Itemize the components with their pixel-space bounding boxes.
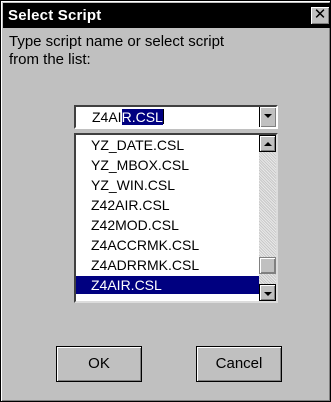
dialog-title: Select Script xyxy=(8,7,102,24)
list-item[interactable]: Z4ADRRMK.CSL xyxy=(76,256,259,274)
instruction-text: Type script name or select script from t… xyxy=(9,33,329,69)
ok-button[interactable]: OK xyxy=(56,346,142,382)
scroll-thumb[interactable] xyxy=(259,257,276,274)
selected-text: R.CSL xyxy=(121,109,163,125)
select-script-dialog: Select Script ✕ Type script name or sele… xyxy=(0,0,331,402)
chevron-down-icon xyxy=(264,114,272,118)
instruction-line-2: from the list: xyxy=(9,51,91,68)
script-name-combobox[interactable]: Z4AIR.CSL xyxy=(74,105,278,129)
scroll-up-button[interactable] xyxy=(259,135,276,152)
list-item[interactable]: YZ_MBOX.CSL xyxy=(76,156,259,174)
list-item[interactable]: YZ_WIN.CSL xyxy=(76,176,259,194)
list-item[interactable]: Z42MOD.CSL xyxy=(76,216,259,234)
arrow-down-icon xyxy=(264,292,272,296)
title-bar[interactable]: Select Script ✕ xyxy=(3,3,330,28)
list-item[interactable]: YZ_DATE.CSL xyxy=(76,136,259,154)
list-item[interactable]: Z4ACCRMK.CSL xyxy=(76,236,259,254)
close-button[interactable]: ✕ xyxy=(310,6,330,25)
scroll-down-button[interactable] xyxy=(259,284,276,301)
dropdown-button[interactable] xyxy=(259,107,276,127)
close-icon: ✕ xyxy=(313,6,327,23)
script-name-input[interactable]: Z4AIR.CSL xyxy=(92,109,164,126)
typed-text: Z4AI xyxy=(92,109,122,125)
list-item[interactable]: Z4AIR.CSL xyxy=(76,276,259,294)
script-listbox[interactable]: YZ_DATE.CSL YZ_MBOX.CSL YZ_WIN.CSL Z42AIR.C… xyxy=(74,133,278,303)
arrow-up-icon xyxy=(264,142,272,146)
cancel-button[interactable]: Cancel xyxy=(196,346,282,382)
text-caret xyxy=(162,109,164,124)
list-item[interactable]: Z42AIR.CSL xyxy=(76,196,259,214)
instruction-line-1: Type script name or select script xyxy=(9,33,225,50)
vertical-scrollbar[interactable] xyxy=(259,135,276,301)
